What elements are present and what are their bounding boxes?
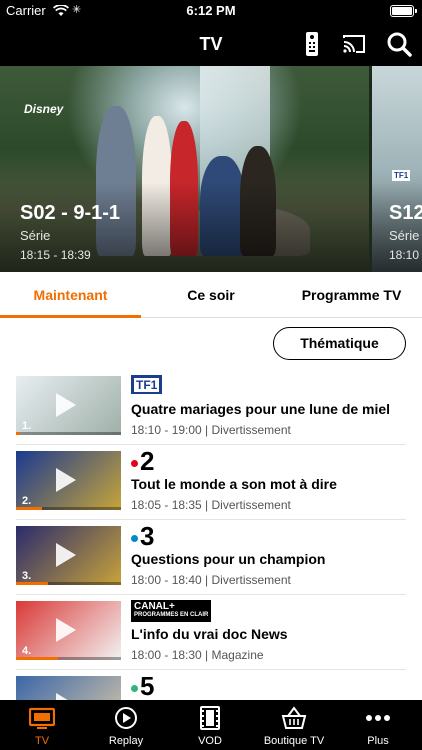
progress-fill [16, 432, 21, 435]
battery-icon [390, 5, 417, 17]
program-meta: 18:00 - 18:30 | Magazine [131, 648, 264, 662]
tab-programme-tv[interactable]: Programme TV [281, 272, 422, 318]
play-icon [56, 393, 76, 417]
remote-icon[interactable] [298, 30, 326, 58]
play-icon [56, 618, 76, 642]
hero-channel-logo: Disney [24, 102, 64, 116]
channel-logo-tf1: TF1 [131, 375, 163, 394]
program-meta: 18:00 - 18:40 | Divertissement [131, 573, 291, 587]
hero-next-time: 18:10 [389, 248, 420, 262]
tabbar-item-plus[interactable]: Plus [336, 700, 420, 750]
program-rank: 4. [22, 645, 32, 657]
program-row[interactable]: 3. 3 Questions pour un champion 18:00 - … [16, 520, 406, 595]
basket-icon [281, 706, 307, 729]
tabbar-item-vod[interactable]: VOD [168, 700, 252, 750]
film-icon [200, 706, 220, 730]
tabbar-label: Boutique TV [263, 735, 325, 747]
program-title: Tout le monde a son mot à dire [131, 476, 337, 492]
program-title: L'info du vrai doc News [131, 626, 288, 642]
program-row[interactable]: 1. TF1 Quatre mariages pour une lune de … [16, 370, 406, 445]
tabbar-label: VOD [198, 735, 222, 747]
search-icon[interactable] [385, 30, 413, 58]
progress-fill [16, 507, 43, 510]
hero-next-type: Série [389, 228, 420, 243]
cast-icon[interactable] [340, 30, 368, 58]
hero-title: S02 - 9-1-1 [20, 202, 121, 224]
replay-icon [115, 707, 137, 729]
program-row[interactable]: 4. CANAL+ PROGRAMMES EN CLAIR L'info du v… [16, 595, 406, 670]
program-rank: 3. [22, 570, 32, 582]
channel-logo-canal-plus: CANAL+ PROGRAMMES EN CLAIR [131, 600, 212, 622]
play-icon [56, 468, 76, 492]
program-title: Questions pour un champion [131, 551, 326, 567]
tabbar-label: TV [34, 735, 50, 747]
channel-logo-france2: 2 [131, 448, 154, 474]
program-thumbnail[interactable]: 4. [16, 601, 121, 660]
progress-fill [16, 657, 58, 660]
tab-maintenant[interactable]: Maintenant [0, 272, 141, 318]
tabbar-item-replay[interactable]: Replay [84, 700, 168, 750]
hero-next-channel-logo: TF1 [392, 170, 411, 181]
program-row[interactable]: 2. 2 Tout le monde a son mot à dire 18:0… [16, 445, 406, 520]
hero-time: 18:15 - 18:39 [20, 248, 91, 262]
active-tab-indicator [0, 315, 141, 318]
hero-carousel[interactable] [0, 66, 422, 272]
program-title: Quatre mariages pour une lune de miel [131, 401, 391, 417]
status-bar: Carrier ✳ 6:12 PM [0, 0, 422, 22]
progress-bar [16, 432, 121, 435]
tabbar-item-boutique-tv[interactable]: Boutique TV [252, 700, 336, 750]
hero-card[interactable] [0, 66, 369, 272]
hero-type: Série [20, 228, 51, 243]
tv-icon [29, 707, 55, 729]
program-thumbnail[interactable]: 3. [16, 526, 121, 585]
program-thumbnail[interactable]: 2. [16, 451, 121, 510]
progress-fill [16, 582, 48, 585]
progress-bar [16, 657, 121, 660]
program-thumbnail[interactable]: 1. [16, 376, 121, 435]
program-rank: 1. [22, 420, 32, 432]
tabbar-label: Plus [367, 735, 389, 747]
play-icon [56, 543, 76, 567]
thematique-button[interactable]: Thématique [273, 327, 406, 360]
tab-ce-soir[interactable]: Ce soir [141, 272, 281, 318]
progress-bar [16, 507, 121, 510]
tabbar-item-tv[interactable]: TV [0, 700, 84, 750]
program-meta: 18:10 - 19:00 | Divertissement [131, 423, 291, 437]
status-time: 6:12 PM [186, 3, 236, 18]
channel-logo-france3: 3 [131, 523, 154, 549]
program-meta: 18:05 - 18:35 | Divertissement [131, 498, 291, 512]
more-icon [366, 715, 390, 721]
tabbar-label: Replay [108, 735, 144, 747]
program-rank: 2. [22, 495, 32, 507]
channel-logo-france5: 5 [131, 673, 154, 699]
progress-bar [16, 582, 121, 585]
bottom-tab-bar: TV Replay VOD Boutique TV Plus [0, 700, 422, 750]
tab-bar: Maintenant Ce soir Programme TV [0, 272, 422, 318]
nav-bar: TV [0, 22, 422, 66]
hero-next-title: S12 [389, 202, 422, 224]
